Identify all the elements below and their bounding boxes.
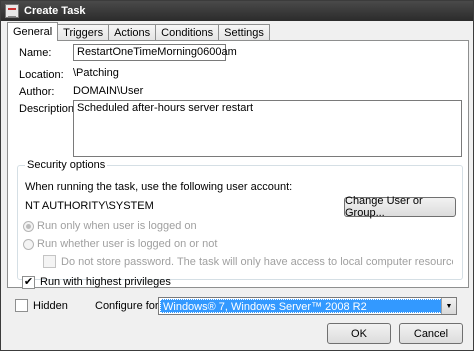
security-options-group: Security options When running the task, … [17,159,463,280]
author-value: DOMAIN\User [73,85,144,97]
description-field[interactable]: Scheduled after-hours server restart [73,100,462,157]
tab-conditions[interactable]: Conditions [155,24,220,41]
highest-privileges-label: Run with highest privileges [40,276,171,288]
configure-for-select[interactable]: Windows® 7, Windows Server™ 2008 R2 ▼ [158,297,457,315]
location-label: Location: [19,69,64,81]
name-label: Name: [19,47,52,59]
task-scheduler-icon [5,4,19,18]
run-logged-on-radio[interactable] [23,221,34,232]
ok-button[interactable]: OK [327,323,391,344]
run-whether-label: Run whether user is logged on or not [37,238,218,250]
title-bar[interactable]: Create Task [1,1,473,21]
user-account-value: NT AUTHORITY\SYSTEM [25,200,154,212]
window-title: Create Task [24,5,86,17]
tab-settings[interactable]: Settings [218,24,270,41]
configure-for-value: Windows® 7, Windows Server™ 2008 R2 [160,299,442,313]
do-not-store-password-label: Do not store password. The task will onl… [61,256,453,268]
do-not-store-password-checkbox[interactable] [43,255,56,268]
chevron-down-icon[interactable]: ▼ [441,298,456,314]
hidden-checkbox[interactable] [15,299,28,312]
tab-actions[interactable]: Actions [108,24,157,41]
description-label: Description: [19,103,78,115]
cancel-button[interactable]: Cancel [399,323,463,344]
create-task-dialog: Create Task General Triggers Actions Con… [0,0,474,351]
name-field[interactable]: RestartOneTimeMorning0600am [73,44,237,61]
hidden-label: Hidden [33,300,68,312]
run-logged-on-label: Run only when user is logged on [37,220,197,232]
account-prompt: When running the task, use the following… [25,181,293,193]
tab-general[interactable]: General [7,22,59,41]
highest-privileges-checkbox[interactable]: ✔ [22,276,35,289]
general-tab-panel: Name: RestartOneTimeMorning0600am Locati… [7,40,469,289]
configure-for-label: Configure for: [95,300,162,312]
run-whether-radio[interactable] [23,239,34,250]
tab-strip: General Triggers Actions Conditions Sett… [7,22,270,41]
checkmark-icon: ✔ [23,276,34,288]
author-label: Author: [19,86,55,98]
tab-triggers[interactable]: Triggers [57,24,110,41]
location-value: \Patching [73,67,119,79]
security-options-title: Security options [25,159,108,171]
change-user-or-group-button[interactable]: Change User or Group... [344,195,456,219]
